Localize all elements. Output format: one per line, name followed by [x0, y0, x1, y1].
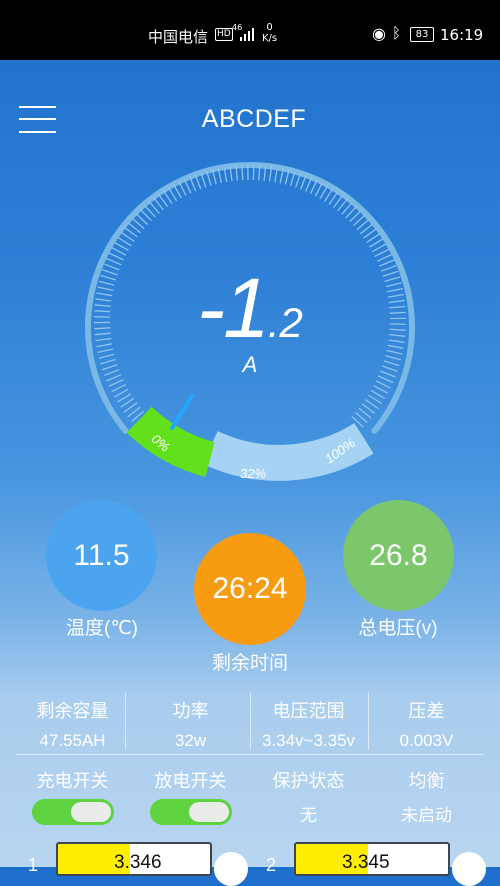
discharge-switch: 放电开关	[128, 767, 253, 830]
network-speed-value: 0	[266, 22, 272, 33]
status-bar: 中国电信 HD 46 0 K/s ◉ ᛒ 83 16:19	[0, 0, 500, 60]
cell-voltage-bar: 3.345	[294, 842, 450, 876]
network-speed: 0 K/s	[262, 22, 277, 44]
gauge-tick	[320, 185, 328, 199]
cell-voltage-value: 3.346	[114, 852, 162, 874]
cell-detail-button[interactable]	[452, 852, 486, 886]
power: 功率 32w	[128, 697, 253, 751]
gauge-tick	[112, 248, 126, 255]
cell-voltage-value: 3.345	[342, 852, 390, 874]
gauge-tick	[371, 390, 385, 398]
current-unit: A	[0, 352, 500, 378]
gauge-tick	[311, 179, 318, 193]
cell-index: 2	[266, 855, 276, 876]
bluetooth-icon: ᛒ	[392, 24, 401, 42]
discharge-toggle[interactable]	[150, 799, 232, 825]
protection-status-title: 保护状态	[246, 767, 371, 793]
battery-icon: 83	[410, 27, 434, 42]
gauge-tick	[112, 384, 126, 391]
cell-voltage-bar: 3.346	[56, 842, 212, 876]
current-value-main: -1	[197, 261, 268, 355]
voltage-diff-value: 0.003V	[364, 731, 489, 751]
page-title: ABCDEF	[0, 105, 500, 134]
cell-index: 1	[28, 855, 38, 876]
cell-detail-button[interactable]	[214, 852, 248, 886]
gauge-tick	[109, 253, 123, 260]
current-value-decimal: .2	[268, 299, 303, 346]
gauge-tick	[374, 386, 388, 394]
balance-status: 均衡 未启动	[364, 767, 489, 826]
protection-status: 保护状态 无	[246, 767, 371, 826]
gauge-tick	[242, 164, 243, 180]
gauge-tick	[115, 243, 129, 251]
gauge-tick	[372, 244, 386, 252]
clock: 16:19	[440, 26, 483, 44]
voltage-range-title: 电压范围	[246, 697, 371, 723]
power-value: 32w	[128, 731, 253, 751]
current-value: -1.2	[0, 260, 500, 357]
voltage-range: 电压范围 3.34v~3.35v	[246, 697, 371, 751]
discharge-switch-title: 放电开关	[128, 767, 253, 793]
carrier-name: 中国电信	[148, 26, 208, 47]
grid-divider	[16, 754, 484, 755]
gauge-needle	[172, 396, 192, 428]
gauge-tick	[179, 181, 186, 195]
charge-switch: 充电开关	[10, 767, 135, 830]
balance-status-title: 均衡	[364, 767, 489, 793]
eye-icon: ◉	[372, 24, 386, 43]
voltage-diff: 压差 0.003V	[364, 697, 489, 751]
remaining-capacity: 剩余容量 47.55AH	[10, 697, 135, 751]
charge-switch-title: 充电开关	[10, 767, 135, 793]
voltage-range-value: 3.34v~3.35v	[246, 731, 371, 751]
temperature-circle: 11.5	[46, 500, 157, 611]
remaining-time-circle: 26:24	[194, 533, 306, 645]
hd-icon: HD	[215, 28, 233, 41]
network-speed-unit: K/s	[262, 33, 277, 44]
total-voltage-label: 总电压(v)	[328, 613, 468, 640]
remaining-time-value: 26:24	[212, 572, 287, 606]
gauge-tick	[315, 182, 323, 196]
balance-status-value: 未启动	[364, 801, 489, 826]
gauge-label-mid: 32%	[240, 466, 266, 481]
total-voltage-circle: 26.8	[343, 500, 454, 611]
remaining-capacity-value: 47.55AH	[10, 731, 135, 751]
remaining-capacity-title: 剩余容量	[10, 697, 135, 723]
remaining-time-label: 剩余时间	[180, 648, 320, 675]
toggle-knob	[189, 802, 229, 822]
gauge-tick	[376, 381, 390, 388]
toggle-knob	[71, 802, 111, 822]
protection-status-value: 无	[246, 801, 371, 826]
voltage-diff-title: 压差	[364, 697, 489, 723]
charge-toggle[interactable]	[32, 799, 114, 825]
gauge-tick	[114, 389, 128, 397]
gauge-tick	[375, 249, 389, 256]
gauge-tick	[109, 380, 124, 387]
gauge-tick	[173, 184, 181, 198]
total-voltage-value: 26.8	[369, 539, 427, 573]
power-title: 功率	[128, 697, 253, 723]
temperature-value: 11.5	[73, 539, 129, 573]
signal-icon	[240, 27, 256, 41]
temperature-label: 温度(℃)	[32, 613, 172, 640]
